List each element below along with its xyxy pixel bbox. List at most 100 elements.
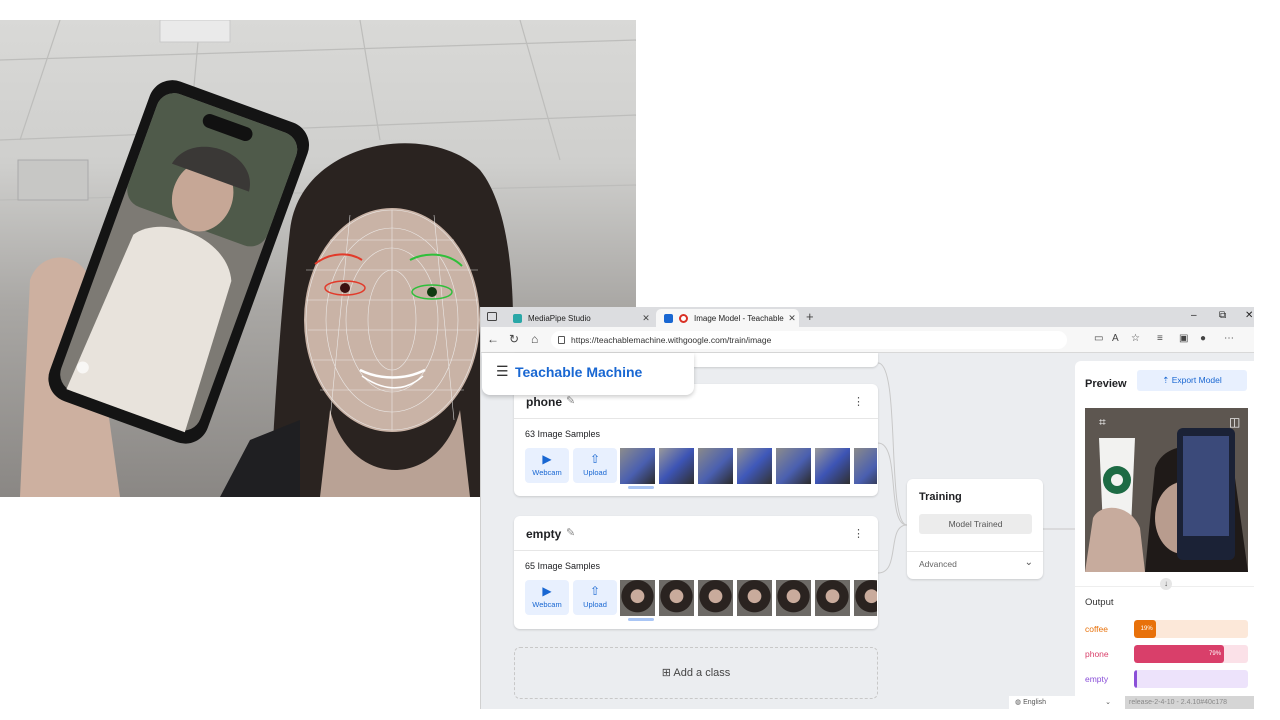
tab-bar: MediaPipe Studio ✕ Image Model - Teachab…	[481, 307, 1254, 327]
sample-count: 63 Image Samples	[525, 429, 601, 439]
slide-canvas: MediaPipe Studio ✕ Image Model - Teachab…	[0, 0, 1280, 720]
sample-thumbnail[interactable]	[815, 580, 850, 616]
hamburger-menu-icon[interactable]: ☰	[496, 363, 509, 380]
divider	[514, 550, 878, 551]
globe-icon: ◍	[1015, 699, 1024, 706]
crop-icon[interactable]: ⌗	[1099, 415, 1106, 429]
close-tab-icon[interactable]: ✕	[785, 313, 799, 324]
sample-thumbnail[interactable]	[854, 448, 877, 484]
camera-permission-icon[interactable]: ▭	[1094, 333, 1103, 344]
tab-mediapipe-studio[interactable]: MediaPipe Studio ✕	[505, 309, 653, 327]
sample-thumbnail[interactable]	[737, 580, 772, 616]
restore-icon[interactable]: ⧉	[1219, 310, 1226, 321]
sample-thumbnail[interactable]	[659, 580, 694, 616]
webcam-button[interactable]: ▶ Webcam	[525, 580, 569, 615]
refresh-icon[interactable]: ↻	[509, 332, 519, 346]
preview-panel: Preview ⇡ Export Model ⌗ ◫ ↓ Output coff…	[1075, 361, 1254, 709]
advanced-toggle[interactable]: Advanced	[919, 559, 957, 569]
output-class-label: coffee	[1085, 624, 1109, 634]
webcam-label: Webcam	[532, 468, 562, 477]
new-tab-icon[interactable]: +	[806, 309, 814, 324]
lock-icon	[558, 336, 565, 344]
video-camera-icon: ▶	[542, 584, 552, 598]
minimize-icon[interactable]: –	[1191, 310, 1197, 321]
address-bar: ← ↻ ⌂ https://teachablemachine.withgoogl…	[481, 327, 1254, 353]
app-header: ☰ Teachable Machine	[482, 353, 694, 395]
language-select[interactable]: ◍ English ⌄	[1009, 696, 1117, 709]
class-name[interactable]: phone	[526, 395, 562, 409]
video-camera-icon: ▶	[542, 452, 552, 466]
language-value: English	[1023, 699, 1047, 706]
confidence-track: 19%	[1134, 620, 1248, 638]
add-class-label: Add a class	[673, 667, 731, 679]
flip-icon[interactable]: ◫	[1229, 415, 1240, 429]
tab-actions-icon[interactable]	[487, 312, 497, 321]
upload-label: Upload	[583, 600, 607, 609]
footer: ◍ English ⌄ release-2-4-10 - 2.4.10#40c1…	[1009, 696, 1254, 709]
training-title: Training	[919, 491, 962, 503]
upload-icon: ⇧	[589, 584, 601, 598]
output-row-phone: phone 79%	[1085, 645, 1251, 663]
confidence-bar: 79%	[1134, 645, 1225, 663]
confidence-bar	[1134, 670, 1138, 688]
upload-button[interactable]: ⇧ Upload	[573, 580, 617, 615]
webcam-button[interactable]: ▶ Webcam	[525, 448, 569, 483]
output-class-label: phone	[1085, 649, 1109, 659]
sample-thumbnail[interactable]	[620, 580, 655, 616]
url-field[interactable]: https://teachablemachine.withgoogle.com/…	[551, 331, 1067, 349]
close-window-icon[interactable]: ✕	[1245, 310, 1253, 321]
sample-count: 65 Image Samples	[525, 561, 601, 571]
sample-thumbnail[interactable]	[620, 448, 655, 484]
teachable-machine-favicon-icon	[664, 313, 673, 323]
webcam-label: Webcam	[532, 600, 562, 609]
chevron-down-icon[interactable]: ⌄	[1025, 557, 1033, 568]
tab-label: Image Model - Teachable Ma	[694, 313, 785, 323]
class-card-phone: phone ✎ ⋮ 63 Image Samples ▶ Webcam ⇧ Up…	[514, 384, 878, 496]
edit-pencil-icon[interactable]: ✎	[566, 394, 575, 407]
export-upload-icon: ⇡	[1162, 375, 1172, 385]
class-card-empty: empty ✎ ⋮ 65 Image Samples ▶ Webcam ⇧ Up…	[514, 516, 878, 629]
close-tab-icon[interactable]: ✕	[639, 313, 653, 324]
favorites-icon[interactable]: ≡	[1157, 333, 1163, 344]
class-options-icon[interactable]: ⋮	[853, 395, 864, 408]
sample-thumbnails	[620, 448, 877, 484]
sample-thumbnail[interactable]	[776, 448, 811, 484]
sample-thumbnail[interactable]	[854, 580, 877, 616]
url-text: https://teachablemachine.withgoogle.com/…	[571, 335, 772, 345]
sample-thumbnail[interactable]	[737, 448, 772, 484]
mediapipe-favicon-icon	[513, 313, 522, 323]
sample-thumbnail[interactable]	[659, 448, 694, 484]
class-options-icon[interactable]: ⋮	[853, 527, 864, 540]
export-label: Export Model	[1171, 375, 1222, 385]
tab-label: MediaPipe Studio	[528, 313, 591, 323]
class-name[interactable]: empty	[526, 527, 561, 541]
sample-thumbnail[interactable]	[698, 448, 733, 484]
output-row-coffee: coffee 19%	[1085, 620, 1251, 638]
tab-teachable-machine[interactable]: Image Model - Teachable Ma ✕	[656, 309, 799, 327]
home-icon[interactable]: ⌂	[531, 332, 538, 346]
output-class-label: empty	[1085, 674, 1109, 684]
export-model-button[interactable]: ⇡ Export Model	[1137, 370, 1247, 391]
sample-thumbnail[interactable]	[698, 580, 733, 616]
confidence-bar: 19%	[1134, 620, 1156, 638]
chevron-down-icon: ⌄	[1105, 699, 1111, 706]
thumbnail-scroll-indicator[interactable]	[628, 486, 654, 489]
divider	[907, 551, 1043, 552]
collections-icon[interactable]: ▣	[1179, 333, 1188, 344]
upload-label: Upload	[583, 468, 607, 477]
arrow-down-icon[interactable]: ↓	[1160, 578, 1172, 590]
sample-thumbnail[interactable]	[815, 448, 850, 484]
back-icon[interactable]: ←	[487, 332, 499, 346]
sample-thumbnail[interactable]	[776, 580, 811, 616]
train-model-button[interactable]: Model Trained	[919, 514, 1032, 534]
profile-avatar-icon[interactable]: ●	[1200, 333, 1206, 344]
read-aloud-icon[interactable]: A	[1112, 333, 1119, 344]
more-options-icon[interactable]: ⋯	[1224, 333, 1234, 344]
edit-pencil-icon[interactable]: ✎	[566, 526, 575, 539]
favorite-star-icon[interactable]: ☆	[1131, 333, 1140, 344]
app-brand[interactable]: Teachable Machine	[515, 364, 642, 380]
thumbnail-scroll-indicator[interactable]	[628, 618, 654, 621]
add-class-button[interactable]: ⊞ Add a class	[514, 647, 878, 699]
upload-button[interactable]: ⇧ Upload	[573, 448, 617, 483]
release-version: release-2-4-10 - 2.4.10#40c178	[1125, 696, 1254, 709]
